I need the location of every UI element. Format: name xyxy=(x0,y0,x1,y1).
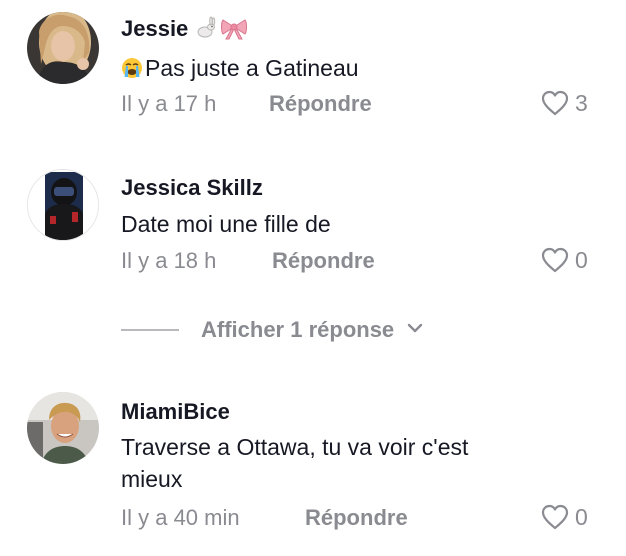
heart-outline-icon xyxy=(540,89,570,117)
comment-timestamp: Il y a 40 min xyxy=(121,505,240,530)
username-text: Jessie xyxy=(121,16,189,41)
avatar[interactable] xyxy=(27,169,99,241)
comment-username[interactable]: Jessica Skillz xyxy=(121,175,263,201)
ribbon-emoji-icon xyxy=(220,16,248,46)
like-count: 0 xyxy=(575,504,588,530)
heart-outline-icon xyxy=(540,503,570,531)
avatar[interactable] xyxy=(27,12,99,84)
like-count: 0 xyxy=(575,247,588,273)
avatar[interactable] xyxy=(27,392,99,464)
like-button[interactable]: 0 xyxy=(540,246,588,274)
rabbit-emoji-icon xyxy=(194,16,218,46)
avatar-image xyxy=(27,12,99,84)
like-button[interactable]: 0 xyxy=(540,503,588,531)
crying-face-emoji-icon xyxy=(121,55,143,78)
avatar-image xyxy=(28,170,98,240)
reply-button[interactable]: Répondre xyxy=(269,91,372,117)
comment-text: Pas juste a Gatineau xyxy=(121,52,591,84)
view-replies-label: Afficher 1 réponse xyxy=(201,317,395,342)
reply-button[interactable]: Répondre xyxy=(272,248,375,274)
chevron-down-icon xyxy=(394,321,424,339)
comment-username[interactable]: Jessie xyxy=(121,16,248,46)
reply-button[interactable]: Répondre xyxy=(305,505,408,531)
comment-timestamp: Il y a 17 h xyxy=(121,91,217,116)
heart-outline-icon xyxy=(540,246,570,274)
avatar-image xyxy=(27,392,99,464)
view-replies-button[interactable]: Afficher 1 réponse xyxy=(121,315,424,345)
comment-username[interactable]: MiamiBice xyxy=(121,399,230,425)
like-button[interactable]: 3 xyxy=(540,89,588,117)
like-count: 3 xyxy=(575,90,588,116)
comment-text: Date moi une fille de xyxy=(121,211,331,237)
divider-line xyxy=(121,329,179,331)
comment-text: Traverse a Ottawa, tu va voir c'est mieu… xyxy=(121,434,469,492)
comment-timestamp: Il y a 18 h xyxy=(121,248,217,273)
